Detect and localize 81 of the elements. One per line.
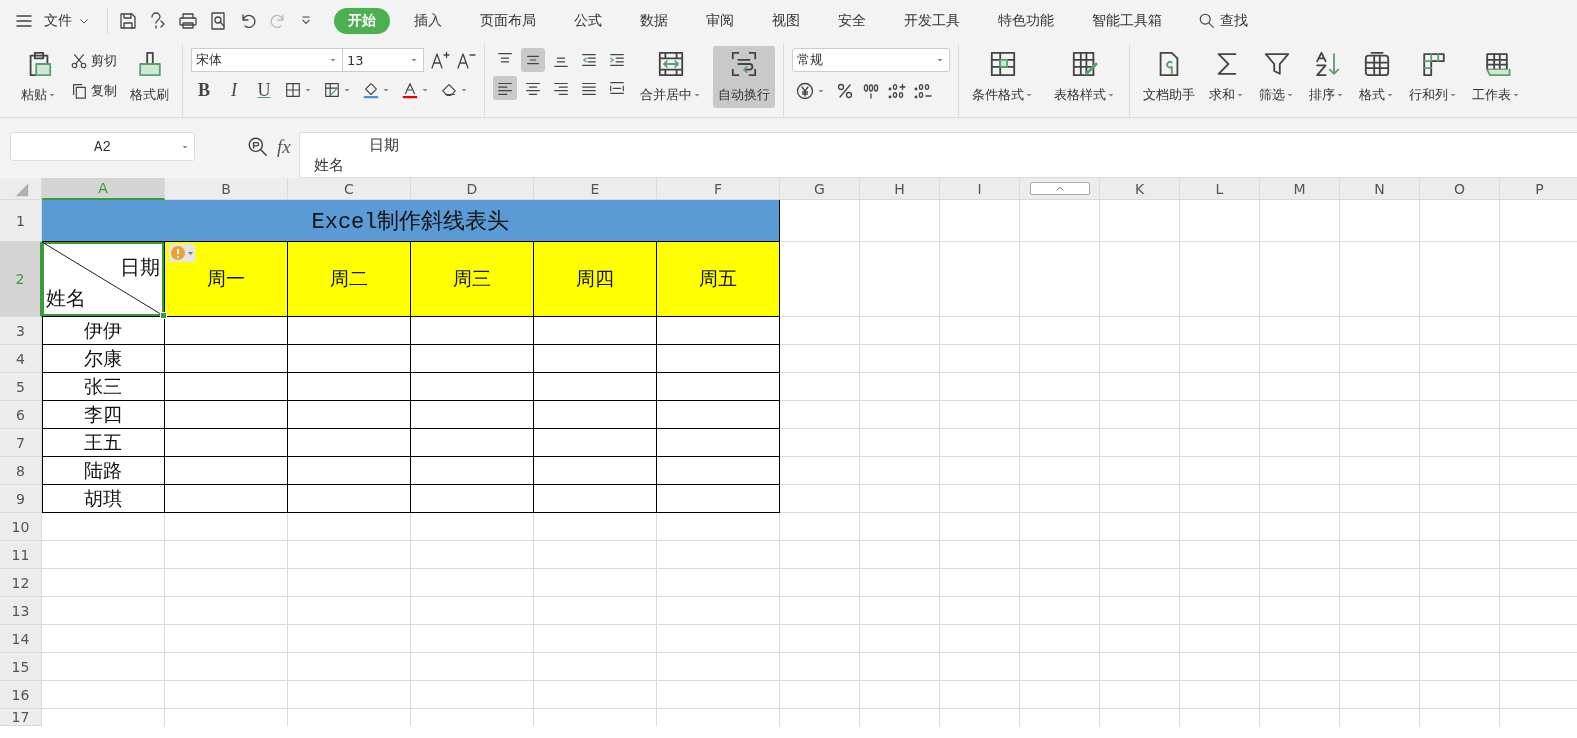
format-painter-button[interactable]: 格式刷 — [125, 46, 174, 108]
row-header[interactable]: 7 — [0, 429, 42, 457]
ribbon-tab[interactable]: 开发工具 — [890, 8, 974, 34]
row-header[interactable]: 17 — [0, 709, 42, 726]
row-header[interactable]: 15 — [0, 653, 42, 681]
ribbon-button[interactable]: 筛选 — [1254, 46, 1300, 108]
row-header[interactable]: 16 — [0, 681, 42, 709]
font-name-field[interactable]: 宋体 — [191, 48, 343, 72]
formula-field[interactable]: 日期 姓名 — [298, 132, 1577, 178]
row-header[interactable]: 1 — [0, 200, 42, 242]
ribbon-button[interactable]: 求和 — [1204, 46, 1250, 108]
font-size-field[interactable]: 13 — [342, 48, 424, 72]
row-header[interactable]: 6 — [0, 401, 42, 429]
function-label[interactable]: fx — [277, 136, 291, 158]
copy-button[interactable]: 复制 — [68, 80, 119, 102]
bold-button[interactable]: B — [191, 79, 217, 101]
ribbon-button[interactable]: 文档助手 — [1138, 46, 1200, 108]
ribbon-button[interactable]: 工作表 — [1467, 46, 1526, 108]
number-format-field[interactable]: 常规 — [792, 48, 950, 72]
ribbon-button[interactable]: 格式 — [1354, 46, 1400, 108]
merge-center-button[interactable]: 合并居中 — [635, 46, 707, 108]
column-header[interactable]: M — [1260, 178, 1340, 200]
table-cell: 尔康 — [42, 345, 165, 373]
ribbon-tab[interactable]: 审阅 — [692, 8, 748, 34]
ribbon-tab[interactable]: 数据 — [626, 8, 682, 34]
row-header[interactable]: 12 — [0, 569, 42, 597]
ribbon-tab[interactable]: 插入 — [400, 8, 456, 34]
column-header[interactable]: I — [940, 178, 1020, 200]
row-header[interactable]: 9 — [0, 485, 42, 513]
merged-title-cell: Excel制作斜线表头 — [42, 200, 780, 242]
table-cell: 陆路 — [42, 457, 165, 485]
table-cell: 日期 — [120, 254, 160, 281]
cut-button[interactable]: 剪切 — [68, 50, 119, 72]
ribbon-tab[interactable]: 公式 — [560, 8, 616, 34]
column-header[interactable]: H — [860, 178, 940, 200]
table-cell-text: 周二 — [330, 266, 368, 291]
paste-button[interactable]: 粘贴 — [16, 46, 62, 108]
column-header[interactable]: O — [1420, 178, 1500, 200]
column-header[interactable]: P — [1500, 178, 1577, 200]
ribbon-button[interactable]: 表格样式 — [1049, 46, 1121, 108]
column-header[interactable]: G — [780, 178, 860, 200]
table-cell: 伊伊 — [42, 317, 165, 345]
row-header[interactable]: 5 — [0, 373, 42, 401]
table-cell: 李四 — [42, 401, 165, 429]
table-cell: 张三 — [42, 373, 165, 401]
ribbon-tab[interactable]: 安全 — [824, 8, 880, 34]
table-cell: 王五 — [42, 429, 165, 457]
ribbon-button[interactable]: 排序 — [1304, 46, 1350, 108]
wrap-text-button[interactable]: 自动换行 — [713, 46, 775, 108]
table-cell: 胡琪 — [42, 485, 165, 513]
file-menu[interactable]: 文件 — [38, 8, 97, 34]
table-cell-text: 周五 — [699, 266, 737, 291]
column-header[interactable]: C — [288, 178, 411, 200]
row-header[interactable]: 14 — [0, 625, 42, 653]
row-header[interactable]: 4 — [0, 345, 42, 373]
row-header[interactable]: 8 — [0, 457, 42, 485]
table-cell-text: 周一 — [207, 266, 245, 291]
underline-button[interactable]: U — [251, 79, 277, 101]
search-button[interactable]: 查找 — [1192, 11, 1254, 31]
italic-button[interactable]: I — [221, 79, 247, 101]
row-header[interactable]: 13 — [0, 597, 42, 625]
ribbon-tab[interactable]: 特色功能 — [984, 8, 1068, 34]
table-cell: 姓名 — [46, 285, 86, 312]
row-header[interactable]: 11 — [0, 541, 42, 569]
column-header[interactable]: B — [165, 178, 288, 200]
column-header[interactable]: E — [534, 178, 657, 200]
ribbon-tab[interactable]: 页面布局 — [466, 8, 550, 34]
ribbon-tab[interactable]: 智能工具箱 — [1078, 8, 1176, 34]
ribbon-tab[interactable]: 视图 — [758, 8, 814, 34]
column-header[interactable]: F — [657, 178, 780, 200]
column-header[interactable]: L — [1180, 178, 1260, 200]
column-header[interactable]: K — [1100, 178, 1180, 200]
table-cell-text: 周三 — [453, 266, 491, 291]
row-header[interactable]: 10 — [0, 513, 42, 541]
column-header[interactable]: D — [411, 178, 534, 200]
name-box[interactable]: A2 — [10, 132, 195, 161]
table-cell-text: 周四 — [576, 266, 614, 291]
row-header[interactable]: 3 — [0, 317, 42, 345]
column-header[interactable]: N — [1340, 178, 1420, 200]
ribbon-button[interactable]: 条件格式 — [967, 46, 1039, 108]
ribbon-button[interactable]: 行和列 — [1404, 46, 1463, 108]
